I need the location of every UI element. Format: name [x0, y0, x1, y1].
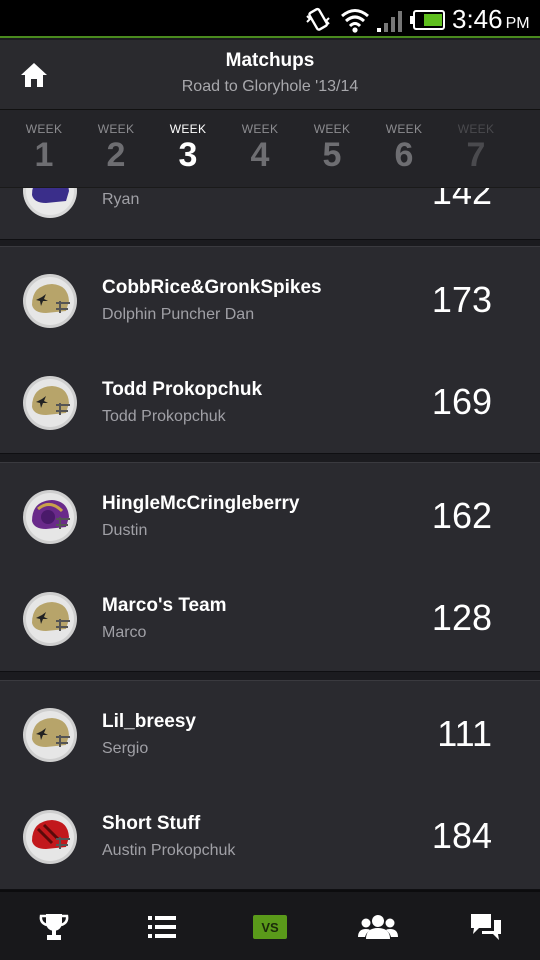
owner-name: Marco [102, 624, 147, 641]
battery-icon [410, 10, 445, 30]
vs-icon: VS [253, 915, 287, 939]
vibrate-icon [306, 7, 330, 31]
matchup-list[interactable]: Ryan 1 4 2 CobbRice&GronkSpikes Dolphin Pu… [0, 110, 540, 890]
team-name: Lil_breesy [102, 711, 196, 732]
clock-ampm: PM [505, 15, 530, 32]
week-selector: WEEK 1 WEEK 2 WEEK 3 WEEK 4 WEEK 5 WEEK … [0, 110, 540, 188]
nav-standings[interactable] [0, 892, 108, 960]
week-label: WEEK [241, 122, 279, 136]
red-helmet-icon [23, 810, 77, 864]
team-score: 111 [437, 713, 492, 754]
week-tab-4[interactable]: WEEK 4 [230, 122, 290, 174]
week-tab-1[interactable]: WEEK 1 [14, 122, 74, 174]
week-number: 1 [34, 136, 54, 174]
league-name: Road to Gloryhole '13/14 [181, 78, 359, 95]
team-score: 169 [431, 381, 492, 422]
week-tab-2[interactable]: WEEK 2 [86, 122, 146, 174]
app-root: 3:46 PM Matchups Road to Gloryhole '13/14… [0, 0, 540, 960]
owner-name: Ryan [102, 191, 140, 208]
nav-matchups[interactable]: VS [216, 892, 324, 960]
team-score: 173 [431, 279, 492, 320]
team-row[interactable]: Todd Prokopchuk Todd Prokopchuk 169 [0, 353, 540, 453]
week-number: 5 [322, 136, 342, 174]
team-score: 128 [431, 597, 492, 638]
chat-icon [471, 914, 501, 940]
team-score: 184 [431, 815, 492, 856]
week-number: 7 [466, 136, 486, 174]
week-label: WEEK [169, 122, 207, 136]
team-row[interactable]: CobbRice&GronkSpikes Dolphin Puncher Dan… [0, 251, 540, 351]
nav-league[interactable] [324, 892, 432, 960]
clock-time: 3:46 [452, 4, 503, 34]
owner-name: Sergio [102, 740, 149, 757]
team-name: CobbRice&GronkSpikes [102, 277, 322, 298]
week-tab-5[interactable]: WEEK 5 [302, 122, 362, 174]
trophy-icon [39, 914, 69, 940]
owner-name: Austin Prokopchuk [102, 842, 236, 859]
nav-roster[interactable] [108, 892, 216, 960]
owner-name: Dustin [102, 522, 148, 539]
week-label: WEEK [313, 122, 351, 136]
team-row[interactable]: Lil_breesy Sergio 111 [0, 685, 540, 785]
clock: 3:46 PM [452, 4, 530, 35]
week-label: WEEK [25, 122, 63, 136]
team-row[interactable]: Marco's Team Marco 128 [0, 569, 540, 669]
week-label: WEEK [457, 122, 495, 136]
team-name: Marco's Team [102, 595, 227, 616]
week-tab-6[interactable]: WEEK 6 [374, 122, 434, 174]
signal-icon [377, 11, 402, 32]
owner-name: Dolphin Puncher Dan [102, 306, 255, 323]
page-title: Matchups [225, 50, 315, 71]
team-name: Short Stuff [102, 813, 201, 834]
purple-helmet-icon [23, 490, 77, 544]
week-number: 4 [250, 136, 270, 174]
gold-helmet-icon [23, 592, 77, 646]
nav-messages[interactable] [432, 892, 540, 960]
status-bar: 3:46 PM [0, 0, 540, 38]
matchup-card[interactable]: CobbRice&GronkSpikes Dolphin Puncher Dan… [0, 246, 540, 454]
week-label: WEEK [97, 122, 135, 136]
list-icon [148, 916, 176, 938]
team-score: 162 [431, 495, 492, 536]
week-tab-3[interactable]: WEEK 3 [158, 122, 218, 174]
gold-helmet-icon [23, 708, 77, 762]
week-label: WEEK [385, 122, 423, 136]
week-tab-7[interactable]: WEEK 7 [446, 122, 506, 174]
matchup-card[interactable]: HingleMcCringleberry Dustin 162 Marco's … [0, 462, 540, 672]
gold-helmet-icon [23, 274, 77, 328]
app-header: Matchups Road to Gloryhole '13/14 [0, 40, 540, 110]
bottom-navigation: VS [0, 890, 540, 960]
gold-helmet-icon [23, 376, 77, 430]
owner-name: Todd Prokopchuk [102, 408, 226, 425]
week-number: 3 [178, 136, 198, 174]
matchup-card[interactable]: Lil_breesy Sergio 111 Short Stuff Austin… [0, 680, 540, 890]
people-icon [358, 915, 398, 939]
wifi-icon [341, 9, 369, 33]
team-row[interactable]: HingleMcCringleberry Dustin 162 [0, 467, 540, 567]
week-number: 6 [394, 136, 414, 174]
team-name: HingleMcCringleberry [102, 493, 300, 514]
team-name: Todd Prokopchuk [102, 379, 263, 400]
team-row[interactable]: Short Stuff Austin Prokopchuk 184 [0, 787, 540, 887]
week-number: 2 [106, 136, 126, 174]
